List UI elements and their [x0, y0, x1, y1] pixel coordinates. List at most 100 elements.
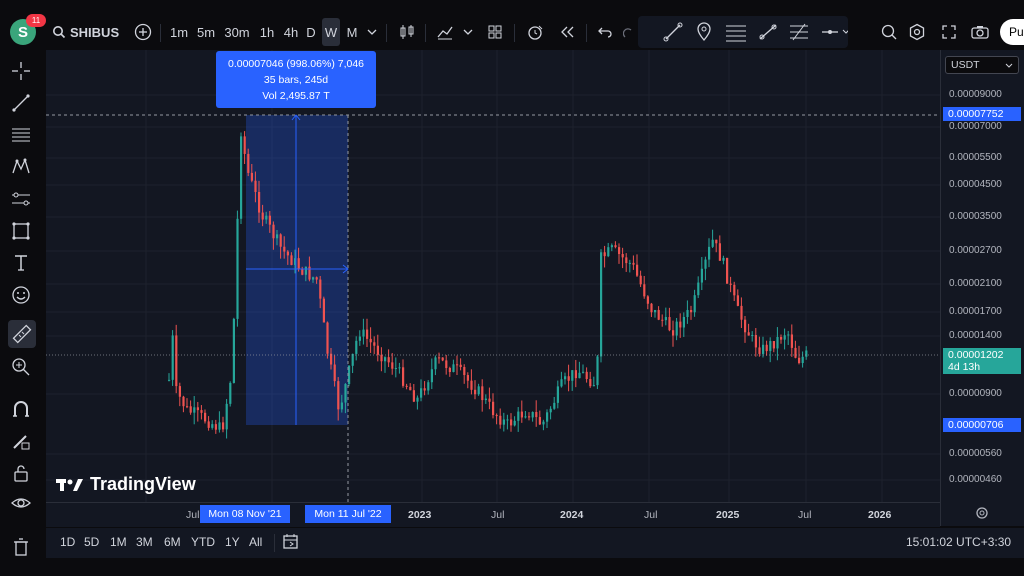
candlestick-chart[interactable]: [46, 50, 940, 502]
candle-body: [297, 258, 300, 269]
candle-body: [772, 341, 775, 349]
object-tree-button[interactable]: [878, 18, 900, 46]
tf-30m-button[interactable]: 30m: [222, 18, 252, 46]
currency-select[interactable]: USDT: [945, 56, 1019, 74]
candle-body: [268, 215, 271, 225]
chevron-down-icon: [463, 29, 473, 35]
chart-type-button[interactable]: [396, 18, 418, 46]
forecasting-tool[interactable]: [10, 188, 32, 210]
icons-tool[interactable]: [10, 284, 32, 306]
measure-tool[interactable]: [8, 320, 36, 348]
text-tool[interactable]: [10, 252, 32, 274]
crosshair-tool[interactable]: [10, 60, 32, 82]
range-all-button[interactable]: All: [249, 535, 262, 549]
time-label: Jul: [186, 509, 200, 521]
indicators-icon: [437, 26, 453, 40]
candle-body: [286, 251, 289, 256]
map-pin-icon[interactable]: [697, 22, 711, 41]
publish-button[interactable]: Pu: [1000, 19, 1024, 45]
range-3m-button[interactable]: 3M: [136, 535, 153, 549]
candle-body: [614, 245, 617, 248]
candle-body: [373, 342, 376, 346]
low-price-tag: 0.00000706: [943, 418, 1021, 432]
drawing-mode-tool[interactable]: [10, 430, 32, 452]
range-6m-button[interactable]: 6M: [164, 535, 181, 549]
tf-m-button[interactable]: M: [343, 18, 361, 46]
candle-body: [232, 318, 235, 383]
candle-body: [596, 356, 599, 386]
candle-body: [722, 257, 725, 261]
candle-body: [607, 247, 610, 257]
range-1y-button[interactable]: 1Y: [225, 535, 240, 549]
alert-button[interactable]: [524, 18, 546, 46]
tf-w-button[interactable]: W: [322, 18, 340, 46]
pattern-tool[interactable]: [10, 156, 32, 178]
candle-body: [369, 338, 372, 343]
tf-1h-button[interactable]: 1h: [256, 18, 278, 46]
candle-body: [621, 254, 624, 258]
lock-tool[interactable]: [10, 462, 32, 484]
clock-timezone[interactable]: 15:01:02 UTC+3:30: [906, 535, 1011, 549]
time-scale[interactable]: Jul 2023 Jul 2024 Jul 2025 Jul 2026 Mon …: [46, 502, 940, 527]
drawing-float-toolbar: [638, 16, 850, 48]
zoom-in-icon: [12, 358, 30, 376]
symbol-search[interactable]: SHIBUSD: [52, 18, 120, 46]
candle-body: [178, 386, 181, 397]
candle-body: [654, 309, 657, 313]
snapshot-button[interactable]: [968, 18, 992, 46]
undo-button[interactable]: [594, 18, 616, 46]
range-1d-button[interactable]: 1D: [60, 535, 75, 549]
fullscreen-button[interactable]: [938, 18, 960, 46]
candle-body: [690, 309, 693, 313]
visibility-tool[interactable]: [10, 492, 32, 514]
candle-body: [794, 347, 797, 358]
ruler-line-icon[interactable]: [759, 24, 777, 40]
watermark-text: TradingView: [90, 474, 196, 494]
horizontal-lines-icon[interactable]: [726, 25, 746, 42]
scale-settings-button[interactable]: [975, 506, 989, 525]
remove-drawings-tool[interactable]: [10, 536, 32, 558]
range-1m-button[interactable]: 1M: [110, 535, 127, 549]
layouts-button[interactable]: [484, 18, 506, 46]
candle-body: [506, 419, 509, 421]
pencil-lock-icon: [13, 435, 30, 450]
range-ytd-button[interactable]: YTD: [191, 535, 215, 549]
trendline-tool-icon[interactable]: [663, 22, 683, 42]
search-icon: [53, 26, 66, 39]
shapes-tool[interactable]: [10, 220, 32, 242]
magnet-tool[interactable]: [10, 398, 32, 420]
chevron-down-icon[interactable]: [842, 29, 850, 34]
eye-icon: [11, 498, 31, 508]
goto-date-button[interactable]: [282, 533, 300, 556]
divider: [586, 24, 587, 42]
zoom-in-tool[interactable]: [10, 356, 32, 378]
candle-body: [625, 257, 628, 264]
tf-5m-button[interactable]: 5m: [195, 18, 217, 46]
candle-body: [470, 380, 473, 390]
candle-body: [632, 262, 635, 265]
chart-pane[interactable]: TradingView: [46, 50, 940, 502]
compare-add-button[interactable]: [132, 18, 154, 46]
fib-tool-icon[interactable]: [790, 23, 808, 41]
trendline-tool[interactable]: [10, 92, 32, 114]
redo-button[interactable]: [622, 18, 636, 46]
tf-d-button[interactable]: D: [303, 18, 319, 46]
tf-1m-button[interactable]: 1m: [168, 18, 190, 46]
candle-body: [801, 356, 804, 364]
candle-body: [301, 268, 304, 275]
price-scale[interactable]: USDT 0.00009000 0.00007752 0.00007000 0.…: [940, 50, 1024, 526]
candle-body: [189, 406, 192, 413]
replay-button[interactable]: [556, 18, 578, 46]
current-price-tag: 0.00001202 4d 13h: [943, 348, 1021, 374]
indicators-dropdown-button[interactable]: [460, 18, 476, 46]
line-style-icon[interactable]: [822, 30, 838, 34]
indicators-button[interactable]: [434, 18, 456, 46]
range-5d-button[interactable]: 5D: [84, 535, 99, 549]
candle-body: [538, 417, 541, 425]
settings-button[interactable]: [906, 18, 928, 46]
fib-retracement-tool[interactable]: [10, 124, 32, 146]
candle-body: [477, 386, 480, 395]
tf-dropdown-button[interactable]: [364, 18, 380, 46]
tf-4h-button[interactable]: 4h: [280, 18, 302, 46]
candle-body: [276, 234, 279, 239]
